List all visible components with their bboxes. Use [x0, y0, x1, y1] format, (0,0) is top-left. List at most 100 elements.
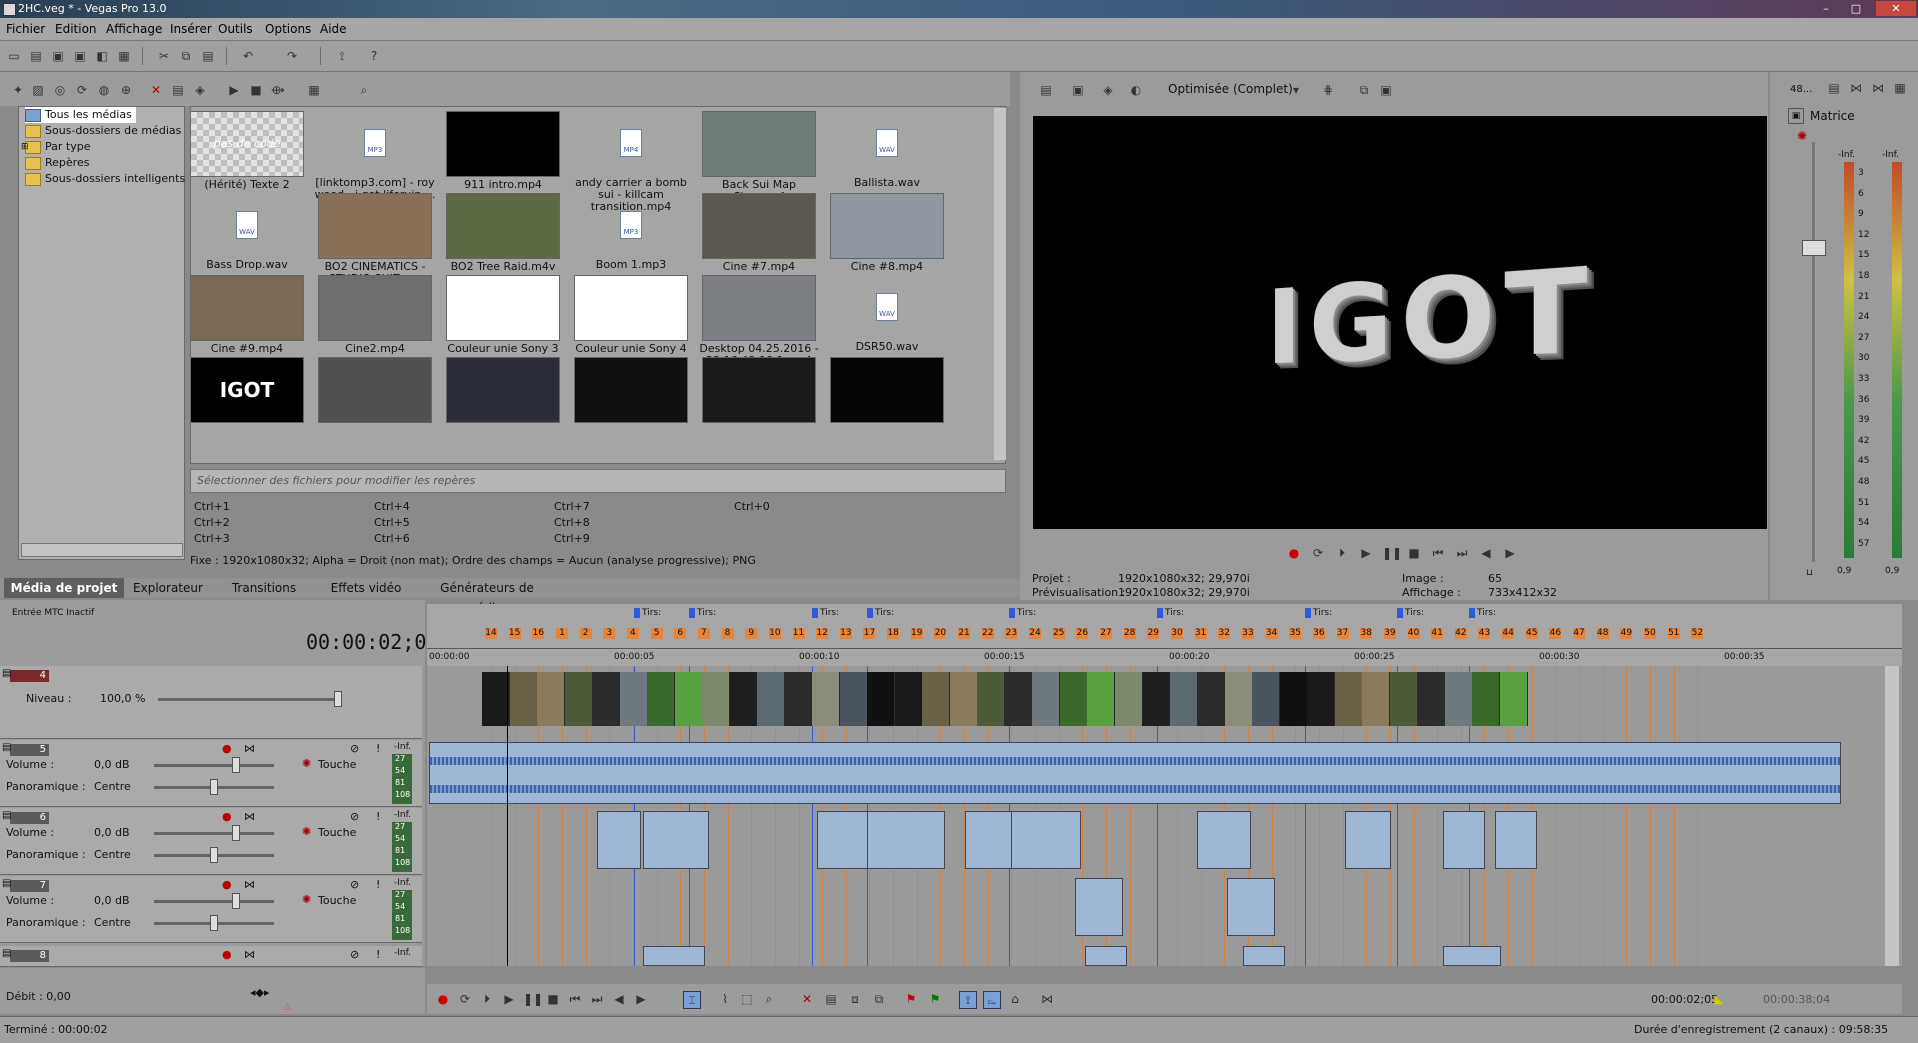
region-marker[interactable] [867, 608, 873, 618]
marker-flag[interactable]: 42 [1454, 628, 1467, 639]
marker-flag[interactable]: 19 [910, 628, 923, 639]
menu-affichage[interactable]: Affichage [106, 22, 162, 36]
media-item[interactable]: Cine2.mp4 [311, 275, 439, 355]
loop-region-icon[interactable]: ◣ [1711, 991, 1727, 1007]
marker-flag[interactable]: 41 [1431, 628, 1444, 639]
pan-value[interactable]: Centre [94, 780, 131, 793]
save-as-icon[interactable]: ▣ [72, 48, 88, 64]
video-event[interactable] [1307, 672, 1335, 726]
prev-frame-icon[interactable]: ◀ [611, 991, 627, 1007]
media-item[interactable]: WAV Ballista.wav [823, 111, 951, 189]
video-event[interactable] [1444, 672, 1473, 726]
enable-snapping-icon[interactable]: ⟟ [959, 991, 977, 1009]
auto-preview-icon[interactable]: ⟴ [270, 82, 286, 98]
audio-event[interactable] [1075, 878, 1123, 936]
marker-flag[interactable]: 47 [1573, 628, 1586, 639]
video-event[interactable] [674, 672, 703, 726]
search-media-icon[interactable]: ⊕ [118, 82, 134, 98]
audio-event[interactable] [643, 946, 705, 966]
track-fx-icon[interactable]: ⋈ [244, 948, 255, 961]
media-fx-icon[interactable]: ◈ [192, 82, 208, 98]
copy-snapshot-icon[interactable]: ⧉ [1356, 82, 1372, 98]
tree-item-by-type[interactable]: ⊞ Par type [21, 139, 90, 155]
video-event[interactable] [592, 672, 620, 726]
tab-transitions[interactable]: Transitions [222, 578, 306, 598]
marker-flag[interactable]: 39 [1383, 628, 1396, 639]
marker-flag[interactable]: 28 [1123, 628, 1136, 639]
video-event[interactable] [1224, 672, 1253, 726]
track-expand-icon[interactable]: ▤ [2, 810, 11, 821]
arm-record-icon[interactable]: ● [222, 948, 232, 961]
go-to-start-icon[interactable]: ⏮ [1430, 545, 1446, 561]
media-item[interactable]: Desktop 04.25.2016 - 23.16.48.06-1.mp4 [695, 275, 823, 367]
track-expand-icon[interactable]: ▤ [2, 742, 11, 753]
marker-flag[interactable]: 24 [1029, 628, 1042, 639]
audio-event[interactable] [1227, 878, 1275, 936]
menu-inserer[interactable]: Insérer [170, 22, 212, 36]
marker-edit-box[interactable]: Sélectionner des fichiers pour modifier … [190, 469, 1006, 493]
level-value[interactable]: 100,0 % [100, 692, 145, 705]
video-event[interactable] [977, 672, 1005, 726]
import-media-icon[interactable]: ✦ [10, 82, 26, 98]
end-position[interactable]: 00:00:38;04 [1763, 993, 1830, 1006]
marker-flag[interactable]: 51 [1667, 628, 1680, 639]
region-marker[interactable] [812, 608, 818, 618]
menu-fichier[interactable]: Fichier [6, 22, 45, 36]
marker-flag[interactable]: 36 [1312, 628, 1325, 639]
new-icon[interactable]: ▭ [6, 48, 22, 64]
marker-flag[interactable]: 5 [650, 628, 663, 639]
marker-flag[interactable]: 27 [1100, 628, 1112, 639]
region-marker[interactable] [1469, 608, 1475, 618]
marker-flag[interactable]: 12 [816, 628, 829, 639]
region-marker[interactable] [1157, 608, 1163, 618]
mute-icon[interactable]: ⊘ [350, 742, 359, 755]
video-event[interactable] [1004, 672, 1033, 726]
media-item[interactable]: Back Sui Map Cine.mp4 [695, 111, 823, 203]
track-fx-icon[interactable]: ⋈ [244, 878, 255, 891]
media-item[interactable]: MP3 Boom 1.mp3 [567, 193, 695, 271]
record-icon[interactable]: ● [1286, 545, 1302, 561]
save-snapshot-icon[interactable]: ▣ [1378, 82, 1394, 98]
go-to-end-icon[interactable]: ⏭ [589, 991, 605, 1007]
media-item[interactable]: BO2 CINEMATICS - STUDIO SHIT - ... [311, 193, 439, 285]
loop-icon[interactable]: ⟳ [457, 991, 473, 1007]
go-to-end-icon[interactable]: ⏭ [1454, 545, 1470, 561]
downmix-icon[interactable]: ⋈ [1870, 80, 1886, 96]
pan-slider-knob[interactable] [210, 779, 218, 795]
media-item[interactable]: pas de code (Hérité) Texte 2 [191, 111, 311, 191]
shortcut-ctrl3[interactable]: Ctrl+3 [194, 532, 230, 545]
automation-mode[interactable]: Touche [318, 894, 356, 907]
volume-slider-knob[interactable] [232, 893, 240, 909]
marker-flag[interactable]: 35 [1289, 628, 1302, 639]
loop-icon[interactable]: ⟳ [1310, 545, 1326, 561]
master-fx-icon[interactable]: ⋈ [1848, 80, 1864, 96]
overlays-icon[interactable]: ⋕ [1320, 82, 1336, 98]
marker-flag[interactable]: 34 [1265, 628, 1278, 639]
media-item[interactable]: Cine #9.mp4 [191, 275, 311, 355]
get-media-icon[interactable]: ◎ [52, 82, 68, 98]
marker-flag[interactable]: 9 [745, 628, 758, 639]
audio-event[interactable] [1011, 811, 1081, 869]
pan-slider-knob[interactable] [210, 915, 218, 931]
track-fx-icon[interactable]: ⋈ [244, 742, 255, 755]
help-icon[interactable]: ? [366, 48, 382, 64]
video-event[interactable] [1499, 672, 1528, 726]
shortcut-ctrl5[interactable]: Ctrl+5 [374, 516, 410, 529]
video-event[interactable] [812, 672, 840, 726]
ignore-grouping-icon[interactable]: ⧉ [871, 991, 887, 1007]
redo-icon[interactable]: ↷ [284, 48, 300, 64]
playhead[interactable] [507, 666, 508, 966]
mute-icon[interactable]: ⊘ [350, 810, 359, 823]
volume-value[interactable]: 0,0 dB [94, 826, 130, 839]
media-vscrollbar[interactable] [994, 108, 1006, 460]
dim-icon[interactable]: ▦ [1892, 80, 1908, 96]
video-event[interactable] [482, 672, 510, 726]
audio-event[interactable] [1443, 946, 1501, 966]
marker-flag[interactable]: 48 [1596, 628, 1609, 639]
marker-flag[interactable]: 33 [1241, 628, 1254, 639]
video-event[interactable] [1389, 672, 1418, 726]
volume-slider[interactable] [154, 832, 274, 835]
video-event[interactable] [619, 672, 648, 726]
close-button[interactable]: ✕ [1876, 1, 1916, 16]
video-event[interactable] [1362, 672, 1390, 726]
